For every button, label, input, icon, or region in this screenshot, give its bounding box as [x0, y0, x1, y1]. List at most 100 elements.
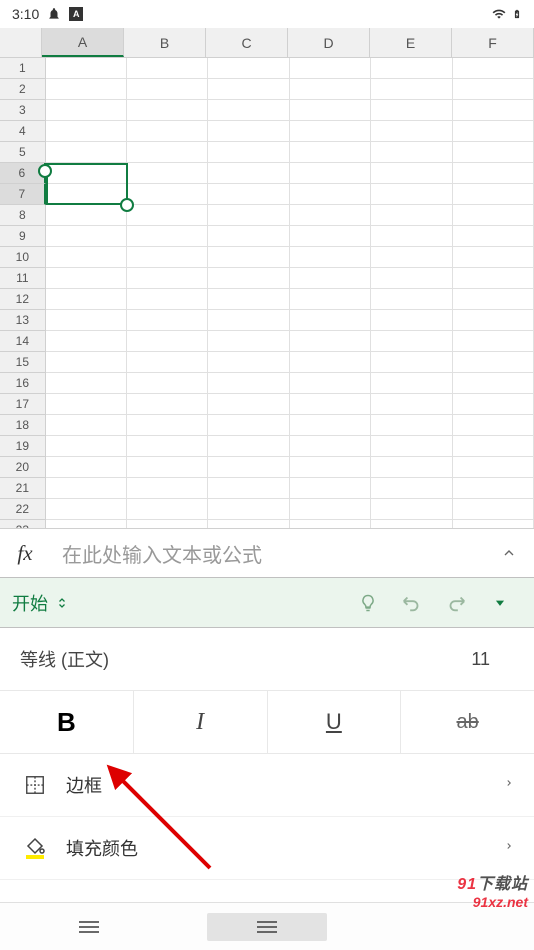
cell[interactable] [453, 268, 534, 289]
row-header[interactable]: 10 [0, 247, 46, 268]
cell[interactable] [127, 205, 208, 226]
cell[interactable] [453, 436, 534, 457]
cell[interactable] [371, 331, 452, 352]
cell[interactable] [208, 247, 289, 268]
cell[interactable] [46, 373, 127, 394]
cell[interactable] [208, 184, 289, 205]
formula-expand-button[interactable] [484, 545, 534, 561]
row-header[interactable]: 22 [0, 499, 46, 520]
cell[interactable] [127, 142, 208, 163]
cell[interactable] [290, 352, 371, 373]
cell[interactable] [127, 499, 208, 520]
cell[interactable] [371, 163, 452, 184]
cell[interactable] [127, 310, 208, 331]
cell[interactable] [453, 79, 534, 100]
cell[interactable] [208, 373, 289, 394]
cell[interactable] [453, 226, 534, 247]
cell[interactable] [127, 436, 208, 457]
expand-button[interactable] [478, 596, 522, 610]
row-header[interactable]: 8 [0, 205, 46, 226]
cell[interactable] [127, 184, 208, 205]
cell[interactable] [46, 310, 127, 331]
row-header[interactable]: 21 [0, 478, 46, 499]
bold-button[interactable]: B [0, 691, 134, 753]
cell[interactable] [46, 121, 127, 142]
cell[interactable] [46, 478, 127, 499]
cell[interactable] [290, 268, 371, 289]
formula-input[interactable]: 在此处输入文本或公式 [50, 539, 484, 568]
col-header-e[interactable]: E [370, 28, 452, 57]
italic-button[interactable]: I [134, 691, 268, 753]
cell[interactable] [453, 100, 534, 121]
cell[interactable] [208, 100, 289, 121]
row-header[interactable]: 16 [0, 373, 46, 394]
underline-button[interactable]: U [268, 691, 402, 753]
cell[interactable] [453, 142, 534, 163]
cell[interactable] [371, 310, 452, 331]
cell[interactable] [290, 499, 371, 520]
nav-back[interactable] [356, 903, 534, 950]
nav-home[interactable] [178, 903, 356, 950]
cell[interactable] [371, 268, 452, 289]
cell[interactable] [46, 247, 127, 268]
row-header[interactable]: 9 [0, 226, 46, 247]
cell[interactable] [208, 58, 289, 79]
cell[interactable] [453, 163, 534, 184]
cell[interactable] [290, 142, 371, 163]
ribbon-tab-home[interactable]: 开始 [12, 590, 68, 616]
cell[interactable] [127, 79, 208, 100]
cell[interactable] [46, 142, 127, 163]
cell[interactable] [208, 268, 289, 289]
cell[interactable] [127, 247, 208, 268]
cell[interactable] [371, 457, 452, 478]
cell[interactable] [453, 394, 534, 415]
cell[interactable] [127, 58, 208, 79]
cell[interactable] [127, 394, 208, 415]
cell[interactable] [453, 247, 534, 268]
cell[interactable] [46, 226, 127, 247]
col-header-a[interactable]: A [42, 28, 124, 57]
cell[interactable] [290, 121, 371, 142]
cell[interactable] [208, 499, 289, 520]
cell[interactable] [371, 226, 452, 247]
cell[interactable] [127, 163, 208, 184]
cell[interactable] [453, 310, 534, 331]
cell[interactable] [208, 79, 289, 100]
cell[interactable] [46, 331, 127, 352]
cell[interactable] [208, 142, 289, 163]
row-header[interactable]: 12 [0, 289, 46, 310]
cell[interactable] [290, 520, 371, 528]
cell[interactable] [371, 121, 452, 142]
cell[interactable] [46, 499, 127, 520]
cell[interactable] [371, 415, 452, 436]
spreadsheet[interactable]: A B C D E F 1234567891011121314151617181… [0, 28, 534, 528]
cell[interactable] [453, 184, 534, 205]
row-header[interactable]: 3 [0, 100, 46, 121]
cell[interactable] [290, 478, 371, 499]
cell[interactable] [208, 163, 289, 184]
cell[interactable] [208, 352, 289, 373]
cell[interactable] [46, 520, 127, 528]
cell[interactable] [208, 457, 289, 478]
cell[interactable] [127, 373, 208, 394]
cell[interactable] [371, 205, 452, 226]
cell[interactable] [127, 457, 208, 478]
cell[interactable] [290, 163, 371, 184]
cell[interactable] [208, 415, 289, 436]
cell[interactable] [371, 499, 452, 520]
cell[interactable] [371, 520, 452, 528]
cell[interactable] [453, 352, 534, 373]
cell[interactable] [290, 436, 371, 457]
cell[interactable] [453, 457, 534, 478]
cell[interactable] [371, 352, 452, 373]
cell[interactable] [127, 268, 208, 289]
row-header[interactable]: 23 [0, 520, 46, 528]
help-button[interactable] [346, 593, 390, 613]
cell[interactable] [371, 58, 452, 79]
cell[interactable] [46, 100, 127, 121]
cell[interactable] [290, 373, 371, 394]
menu-fill-color[interactable]: 填充颜色 [0, 817, 534, 880]
cell[interactable] [208, 478, 289, 499]
row-header[interactable]: 13 [0, 310, 46, 331]
cell[interactable] [46, 163, 127, 184]
